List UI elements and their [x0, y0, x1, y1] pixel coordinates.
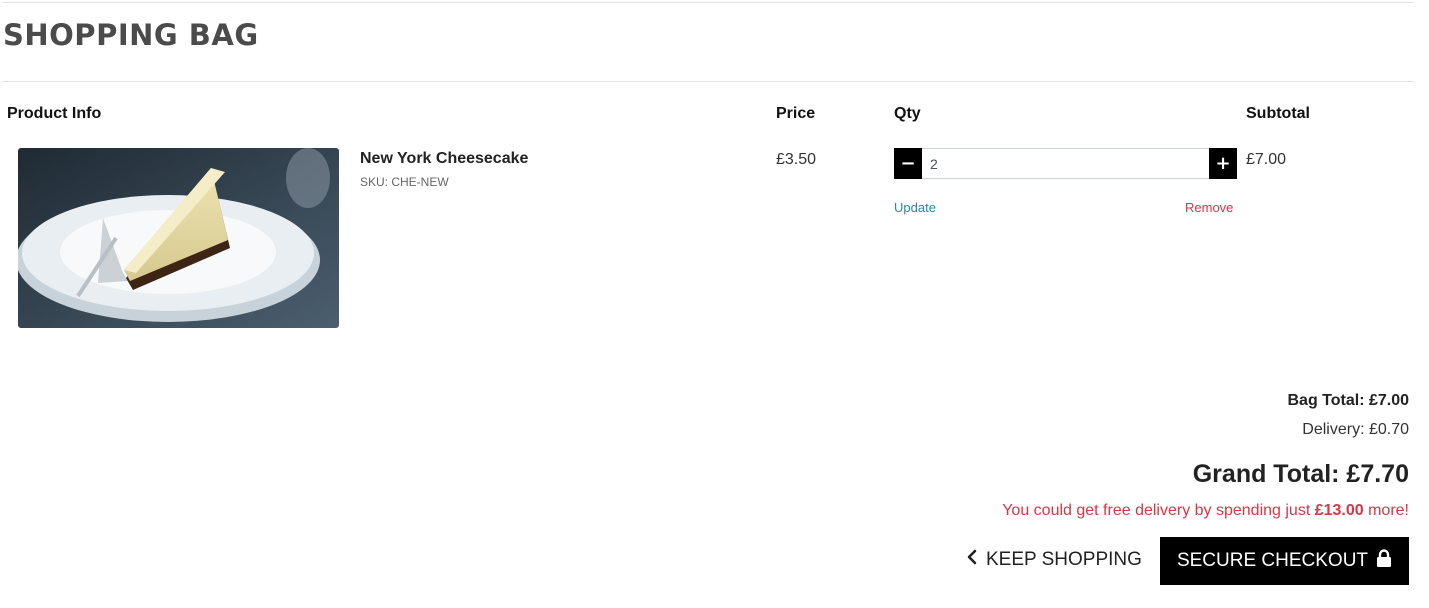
header-product-info: Product Info — [7, 105, 102, 122]
free-delivery-prefix: You could get free delivery by spending … — [1002, 502, 1315, 519]
checkout-label: SECURE CHECKOUT — [1176, 550, 1369, 571]
chevron-left-icon — [966, 549, 978, 571]
update-link[interactable]: Update — [894, 200, 936, 215]
title-divider — [2, 81, 1414, 82]
header-qty: Qty — [894, 105, 921, 122]
item-price: £3.50 — [776, 151, 817, 168]
free-delivery-message: You could get free delivery by spending … — [1002, 502, 1409, 520]
decrement-qty-button[interactable]: − — [894, 148, 922, 179]
delivery-cost: Delivery: £0.70 — [1302, 421, 1409, 438]
bag-total: Bag Total: £7.00 — [1287, 392, 1409, 409]
increment-qty-button[interactable]: + — [1209, 148, 1237, 179]
item-subtotal: £7.00 — [1246, 151, 1287, 168]
free-delivery-amount: £13.00 — [1314, 502, 1364, 519]
product-sku: SKU: CHE-NEW — [360, 175, 449, 189]
page-title: SHOPPING BAG — [3, 18, 259, 52]
free-delivery-suffix: more! — [1363, 502, 1409, 519]
header-price: Price — [776, 105, 816, 122]
product-image — [18, 148, 339, 328]
quantity-stepper: − + — [894, 148, 1237, 179]
lock-icon — [1376, 548, 1392, 574]
secure-checkout-button[interactable]: SECURE CHECKOUT — [1160, 537, 1409, 585]
product-name[interactable]: New York Cheesecake — [360, 150, 528, 168]
keep-shopping-label: KEEP SHOPPING — [986, 549, 1142, 570]
keep-shopping-button[interactable]: KEEP SHOPPING — [966, 549, 1142, 571]
top-divider — [2, 2, 1414, 3]
remove-link[interactable]: Remove — [1185, 200, 1233, 215]
grand-total: Grand Total: £7.70 — [1192, 460, 1409, 488]
header-subtotal: Subtotal — [1246, 105, 1310, 122]
quantity-input[interactable] — [922, 148, 1209, 179]
